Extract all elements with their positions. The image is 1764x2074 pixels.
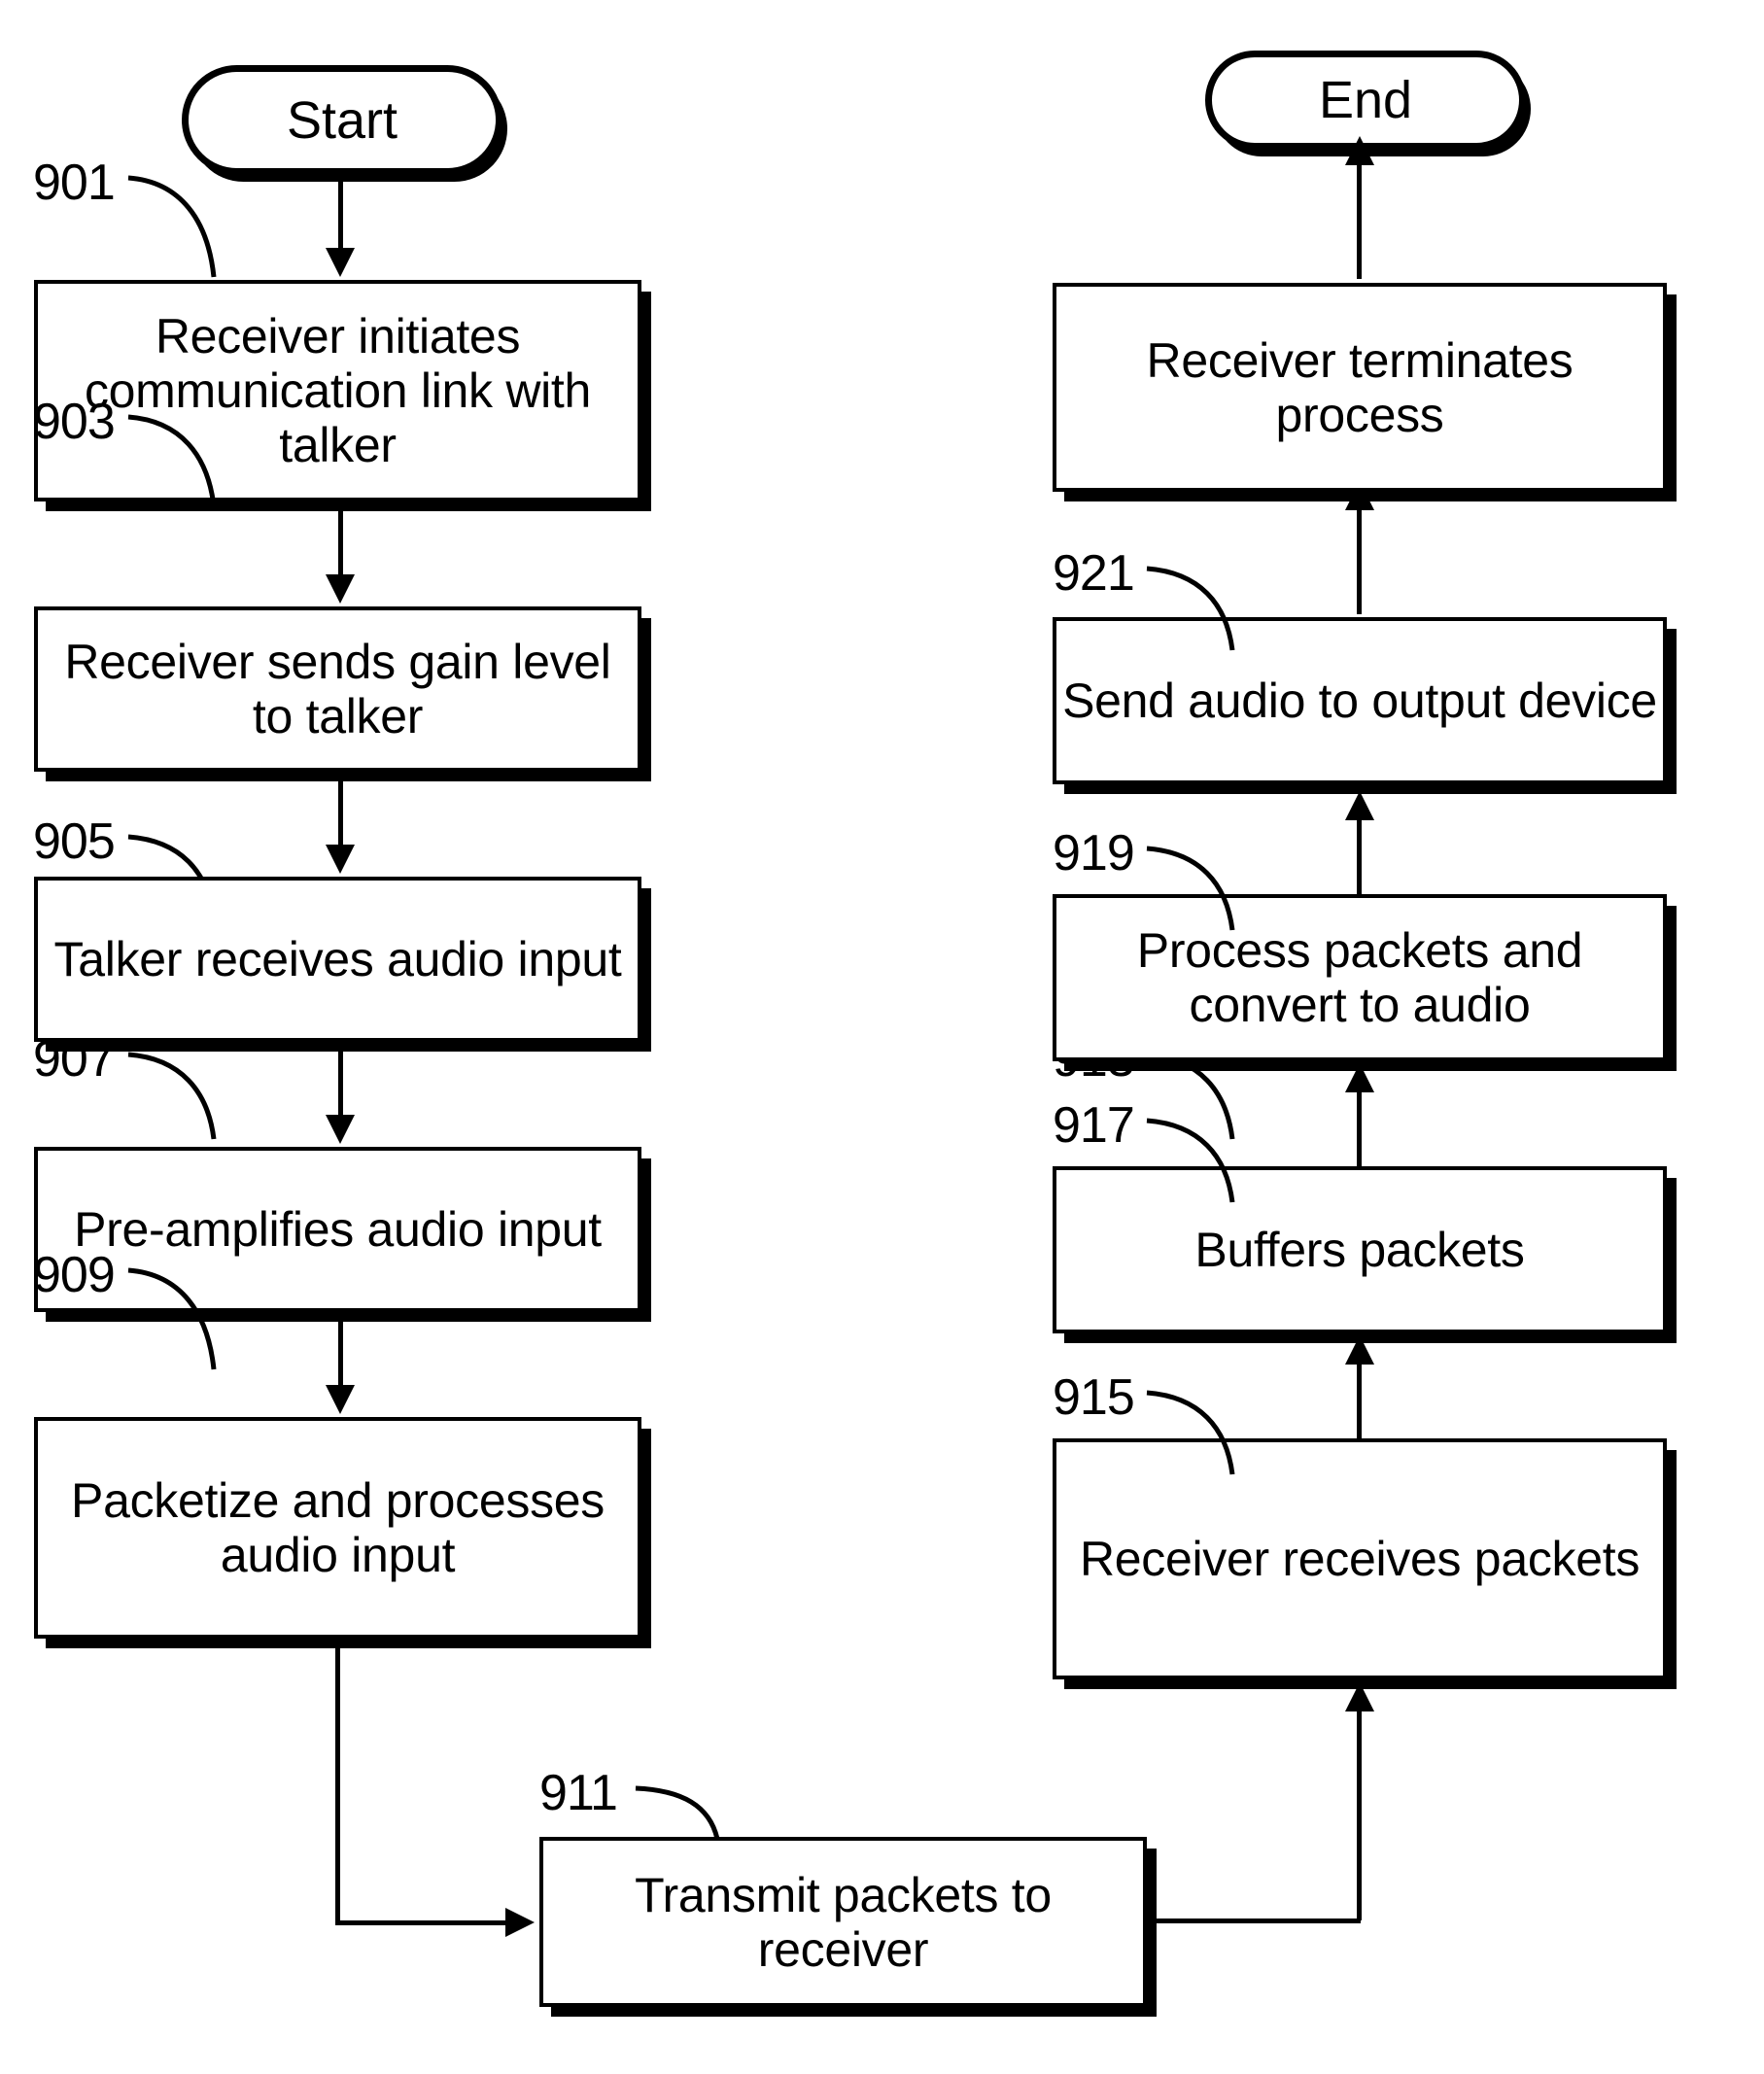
connector-921-to-end-line xyxy=(1357,160,1362,279)
connector-901-to-903-arrow xyxy=(326,574,355,604)
ref-numeral-905: 905 xyxy=(33,813,116,870)
flowchart-figure: Start 901 Receiver initiates communicati… xyxy=(0,0,1764,2074)
connector-919-to-921-line xyxy=(1357,505,1362,614)
connector-915-to-917-line xyxy=(1357,1089,1362,1166)
ref-numeral-909: 909 xyxy=(33,1247,116,1303)
leader-line-907-icon xyxy=(127,1052,217,1140)
process-box-919-label: Send audio to output device xyxy=(1062,674,1657,728)
connector-905-to-907-arrow xyxy=(326,1115,355,1144)
process-box-905-label: Talker receives audio input xyxy=(53,932,622,986)
connector-start-to-901-line xyxy=(338,175,343,251)
process-box-909: Packetize and processes audio input xyxy=(34,1417,641,1639)
connector-913-to-915-arrow xyxy=(1345,1335,1374,1365)
connector-909-to-911-hline xyxy=(335,1920,508,1925)
process-box-909-label: Packetize and processes audio input xyxy=(71,1473,605,1582)
connector-901-to-903-line xyxy=(338,501,343,577)
leader-line-903-icon xyxy=(127,414,217,507)
process-box-907-label: Pre-amplifies audio input xyxy=(74,1202,602,1257)
connector-905-to-907-line xyxy=(338,1042,343,1118)
process-box-921: Receiver terminates process xyxy=(1053,283,1667,492)
leader-line-917-icon xyxy=(1146,1118,1235,1203)
ref-numeral-919-wrapper: 919 xyxy=(1053,825,1135,881)
process-box-905: Talker receives audio input xyxy=(34,877,641,1042)
connector-903-to-905-line xyxy=(338,772,343,847)
leader-line-915-icon xyxy=(1146,1390,1235,1475)
ref-numeral-911: 911 xyxy=(539,1765,618,1821)
process-box-917-label: Process packets and convert to audio xyxy=(1136,923,1583,1032)
connector-921-to-end-arrow xyxy=(1345,136,1374,165)
leader-line-901-icon xyxy=(127,175,217,278)
connector-909-to-911-vline xyxy=(335,1639,340,1923)
connector-917-to-919-arrow xyxy=(1345,791,1374,820)
connector-913-to-915-line xyxy=(1357,1361,1362,1438)
connector-917-to-919-line xyxy=(1357,816,1362,894)
connector-911-to-913-vline xyxy=(1357,1709,1362,1920)
process-box-903: Receiver sends gain level to talker xyxy=(34,606,641,772)
terminator-start-label: Start xyxy=(286,90,398,150)
process-box-911: Transmit packets to receiver xyxy=(539,1837,1147,2007)
connector-907-to-909-line xyxy=(338,1312,343,1388)
ref-numeral-903: 903 xyxy=(33,394,116,450)
ref-numeral-915-wrapper: 915 xyxy=(1053,1369,1135,1426)
process-box-911-label: Transmit packets to receiver xyxy=(635,1867,1052,1977)
leader-line-919-icon xyxy=(1146,846,1235,931)
connector-911-to-913-arrow xyxy=(1345,1682,1374,1711)
process-box-921-label: Receiver terminates process xyxy=(1146,332,1574,442)
terminator-end-label: End xyxy=(1318,71,1413,129)
connector-909-to-911-arrow xyxy=(505,1908,535,1937)
process-box-915-label: Buffers packets xyxy=(1194,1223,1525,1277)
leader-line-921-icon xyxy=(1146,566,1235,651)
ref-numeral-921-wrapper: 921 xyxy=(1053,545,1135,602)
connector-start-to-901-arrow xyxy=(326,248,355,277)
process-box-903-label: Receiver sends gain level to talker xyxy=(64,635,611,743)
connector-903-to-905-arrow xyxy=(326,845,355,874)
leader-line-909-icon xyxy=(127,1267,217,1370)
terminator-end: End xyxy=(1205,51,1526,150)
connector-911-to-913-hline xyxy=(1147,1918,1361,1923)
ref-numeral-907: 907 xyxy=(33,1031,116,1088)
connector-907-to-909-arrow xyxy=(326,1385,355,1414)
ref-numeral-917-wrapper: 917 xyxy=(1053,1097,1135,1154)
terminator-start: Start xyxy=(182,65,502,175)
connector-915-to-917-arrow xyxy=(1345,1063,1374,1092)
process-box-913-label: Receiver receives packets xyxy=(1079,1532,1641,1586)
ref-numeral-901: 901 xyxy=(33,155,116,211)
